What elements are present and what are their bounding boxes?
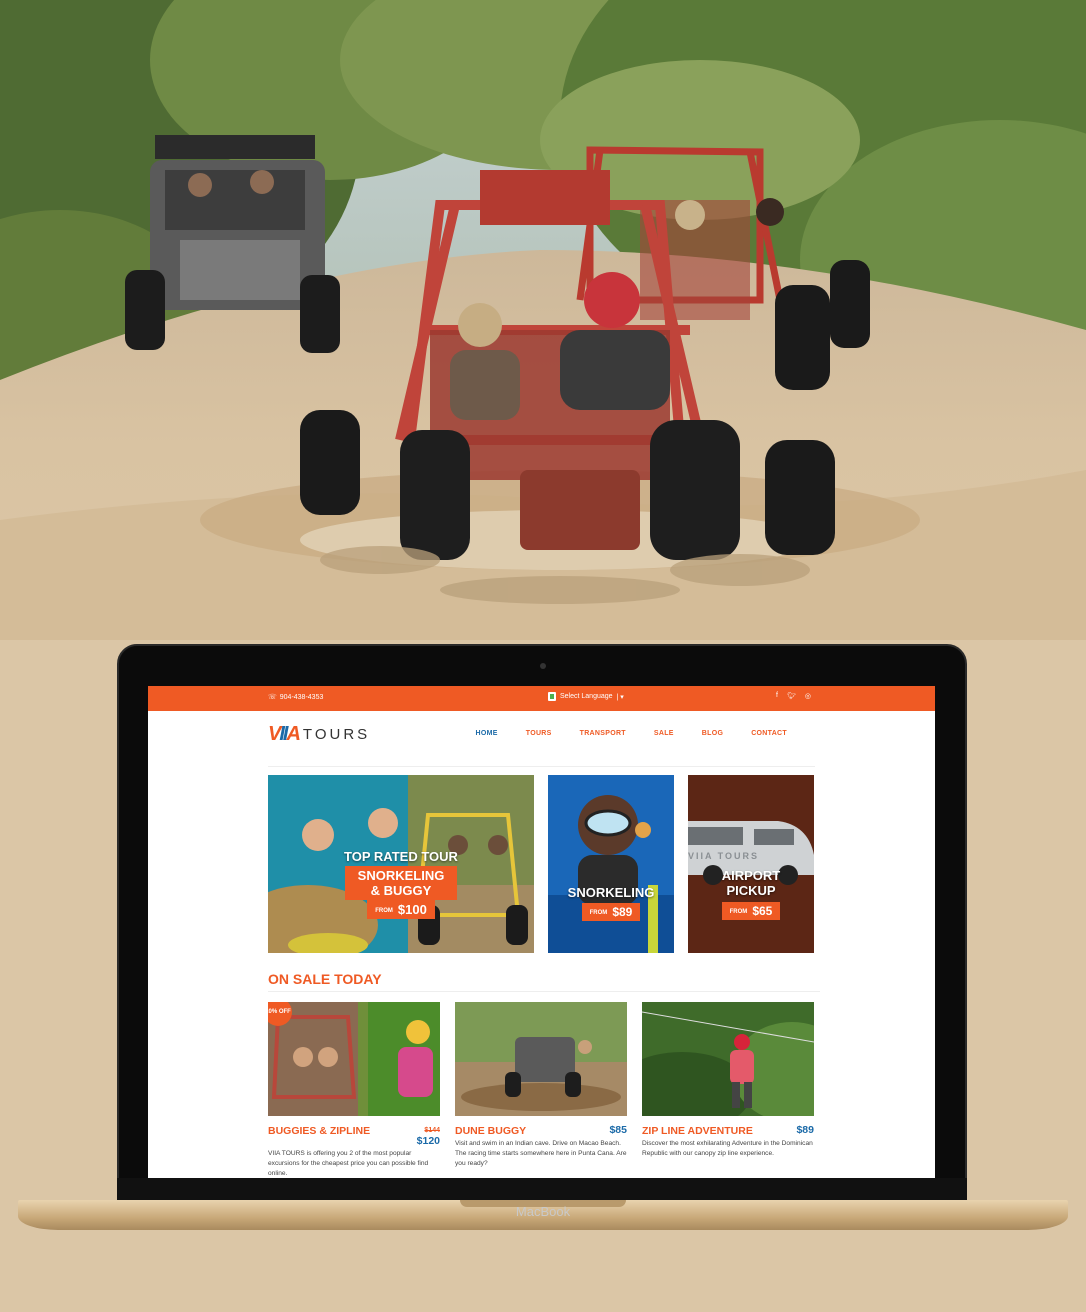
nav-tours[interactable]: TOURS bbox=[512, 730, 566, 737]
phone-link[interactable]: ☏ 904-438-4353 bbox=[268, 693, 324, 702]
card-1-name: BUGGIES & ZIPLINE bbox=[268, 1125, 371, 1137]
language-selector[interactable]: Select Language | ▾ bbox=[548, 692, 624, 701]
google-translate-icon bbox=[548, 692, 556, 701]
van-brand: VIIA TOURS bbox=[688, 851, 760, 861]
promo-1-subtitle: SNORKELING & BUGGY bbox=[345, 866, 457, 900]
promo-snorkeling[interactable]: SNORKELING FROM $89 bbox=[548, 775, 674, 953]
facebook-icon[interactable]: f bbox=[776, 692, 778, 700]
promo-1-title: TOP RATED TOUR bbox=[344, 849, 458, 864]
promo-snorkel-buggy[interactable]: TOP RATED TOUR SNORKELING & BUGGY FROM $1… bbox=[268, 775, 534, 953]
sale-card-dune-buggy[interactable]: DUNE BUGGY $85 Visit and swim in an Indi… bbox=[455, 1002, 627, 1169]
instagram-icon[interactable]: ◎ bbox=[805, 692, 811, 700]
card-3-desc: Discover the most exhilarating Adventure… bbox=[642, 1140, 813, 1157]
social-links: f 🐦︎ ◎ bbox=[776, 692, 811, 700]
promo-3-price: $65 bbox=[752, 904, 773, 918]
chevron-down-icon: | ▾ bbox=[616, 693, 624, 701]
top-bar: ☏ 904-438-4353 Select Language | ▾ f 🐦︎ … bbox=[148, 686, 935, 711]
nav-transport[interactable]: TRANSPORT bbox=[566, 730, 640, 737]
promo-airport-pickup[interactable]: VIIA TOURS AIRPORT PICKUP FROM $65 bbox=[688, 775, 814, 953]
phone-number: 904-438-4353 bbox=[279, 693, 324, 701]
language-label: Select Language bbox=[560, 693, 613, 700]
logo-text: TOURS bbox=[302, 726, 371, 743]
card-1-price-block: $144 $120 bbox=[417, 1125, 440, 1147]
promo-3-from: FROM bbox=[729, 908, 748, 915]
promo-3-price-pill: FROM $65 bbox=[721, 902, 781, 920]
card-3-price: $89 bbox=[796, 1124, 814, 1136]
phone-icon: ☏ bbox=[268, 694, 277, 701]
card-1-desc: VIIA TOURS is offering you 2 of the most… bbox=[268, 1150, 429, 1177]
promo-2-title: SNORKELING bbox=[567, 885, 655, 900]
twitter-icon[interactable]: 🐦︎ bbox=[787, 692, 796, 700]
website-screen: ☏ 904-438-4353 Select Language | ▾ f 🐦︎ … bbox=[148, 686, 935, 1178]
promo-1-from: FROM bbox=[375, 907, 393, 914]
sale-heading: ON SALE TODAY bbox=[268, 971, 382, 987]
sale-card-buggies-zipline[interactable]: 10% OFF BUGGIES & ZIPLINE $144 $120 VIIA… bbox=[268, 1002, 440, 1178]
hero-photo bbox=[0, 0, 1086, 640]
camera-dot bbox=[540, 663, 546, 669]
promo-1-price-pill: FROM $100 bbox=[367, 900, 435, 919]
nav-contact[interactable]: CONTACT bbox=[737, 730, 801, 737]
promo-1-price: $100 bbox=[397, 902, 427, 917]
card-2-desc: Visit and swim in an Indian cave. Drive … bbox=[455, 1140, 627, 1167]
logo-mark: VIIA bbox=[268, 723, 301, 745]
card-1-price: $120 bbox=[416, 1135, 440, 1147]
nav-home[interactable]: HOME bbox=[462, 730, 512, 737]
card-1-image: 10% OFF bbox=[268, 1002, 440, 1116]
nav-blog[interactable]: BLOG bbox=[688, 730, 737, 737]
promo-2-price-pill: FROM $89 bbox=[581, 903, 641, 921]
promo-3-title: AIRPORT PICKUP bbox=[721, 868, 781, 898]
card-2-price: $85 bbox=[609, 1124, 627, 1136]
promo-2-from: FROM bbox=[589, 909, 608, 916]
sale-card-zip-line[interactable]: ZIP LINE ADVENTURE $89 Discover the most… bbox=[642, 1002, 814, 1159]
nav-menu: HOME TOURS TRANSPORT SALE BLOG CONTACT bbox=[462, 730, 801, 737]
promo-2-price: $89 bbox=[612, 905, 633, 919]
card-2-name: DUNE BUGGY bbox=[455, 1125, 527, 1137]
divider bbox=[268, 991, 820, 992]
card-3-name: ZIP LINE ADVENTURE bbox=[642, 1125, 753, 1137]
nav-sale[interactable]: SALE bbox=[640, 730, 688, 737]
main-navbar: VIIA TOURS HOME TOURS TRANSPORT SALE BLO… bbox=[268, 711, 815, 767]
promo-row: TOP RATED TOUR SNORKELING & BUGGY FROM $1… bbox=[268, 775, 814, 953]
logo[interactable]: VIIA TOURS bbox=[268, 723, 370, 746]
card-3-image bbox=[642, 1002, 814, 1116]
card-2-image bbox=[455, 1002, 627, 1116]
laptop-brand: MacBook bbox=[515, 1204, 571, 1219]
laptop-bezel bbox=[117, 1178, 967, 1200]
